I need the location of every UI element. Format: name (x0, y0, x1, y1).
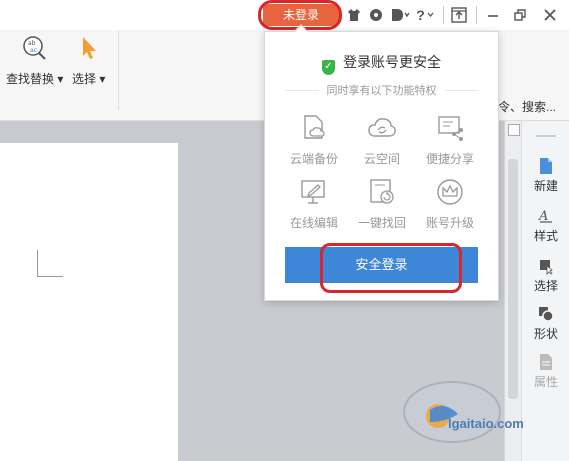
sidepanel-new-label: 新建 (533, 179, 558, 193)
online-edit-icon (301, 180, 325, 204)
feature-label: 云空间 (363, 152, 400, 166)
feature-cloud-space[interactable]: 云空间 (347, 114, 417, 167)
select-label: 选择 (72, 72, 97, 86)
find-replace-label: 查找替换 (6, 72, 55, 86)
new-doc-icon (540, 158, 552, 174)
feature-one-click-recover[interactable]: 一键找回 (347, 178, 417, 231)
sidepanel-style-label: 样式 (533, 229, 558, 243)
sidepanel-new[interactable]: 新建 (522, 157, 569, 194)
margin-marker-vertical (37, 250, 38, 276)
feature-label: 账号升级 (425, 216, 474, 230)
sidepanel-style[interactable]: A 样式 (522, 207, 569, 244)
settings-dot-icon[interactable] (368, 7, 384, 23)
sidepanel-shape-label: 形状 (533, 327, 558, 341)
restore-icon[interactable] (512, 7, 528, 23)
feature-easy-share[interactable]: 便捷分享 (415, 114, 485, 167)
feature-cloud-backup[interactable]: 云端备份 (279, 114, 349, 167)
annotation-circle-safe-login (320, 243, 462, 293)
select-cursor-icon (540, 260, 553, 275)
cursor-arrow-icon (82, 37, 96, 59)
shield-check-icon: ✓ (322, 60, 335, 75)
find-replace-button[interactable]: ab ac 查找替换 ▾ (6, 34, 63, 87)
cloud-backup-icon (304, 115, 325, 139)
scroll-toggle-icon[interactable] (508, 124, 520, 136)
style-icon: A (538, 209, 552, 224)
feature-label: 一键找回 (357, 216, 406, 230)
cloud-space-icon (368, 118, 396, 137)
select-button[interactable]: 选择 ▾ (72, 34, 105, 87)
sidepanel-select-label: 选择 (533, 279, 558, 293)
find-replace-icon: ab ac (22, 36, 46, 60)
close-icon[interactable] (542, 7, 558, 23)
theme-icon[interactable] (390, 7, 412, 23)
sidepanel-shape[interactable]: 形状 (522, 305, 569, 342)
recover-icon (370, 179, 394, 204)
feature-label: 云端备份 (289, 152, 338, 166)
share-window-icon[interactable] (451, 7, 467, 23)
document-page[interactable] (0, 143, 178, 461)
ribbon-overflow-text: 令、搜索... (498, 100, 557, 114)
scrollbar-thumb[interactable] (508, 159, 518, 399)
popup-title: 登录账号更安全 (343, 54, 441, 70)
feature-account-upgrade[interactable]: 账号升级 (415, 178, 485, 231)
feature-online-edit[interactable]: 在线编辑 (279, 178, 349, 231)
svg-text:ac: ac (30, 47, 37, 54)
help-label: ? (416, 7, 425, 23)
watermark-text: lgaitaio.com (448, 416, 524, 431)
feature-label: 在线编辑 (289, 216, 338, 230)
help-icon[interactable]: ? (415, 7, 435, 23)
svg-text:ab: ab (28, 40, 36, 47)
share-icon (438, 116, 463, 141)
shirt-icon[interactable] (346, 7, 362, 23)
title-bar: 未登录 ? (0, 0, 569, 30)
feature-label: 便捷分享 (425, 152, 474, 166)
ribbon-divider (118, 30, 119, 110)
panel-grip (536, 135, 556, 137)
watermark-logo (400, 366, 565, 456)
popup-subtitle-row: 同时享有以下功能特权 (285, 82, 478, 98)
shape-icon (539, 307, 554, 322)
popup-subtitle: 同时享有以下功能特权 (326, 85, 437, 97)
sidepanel-select[interactable]: 选择 (522, 257, 569, 294)
minimize-icon[interactable] (485, 7, 501, 23)
popup-arrow-inner (294, 26, 308, 33)
margin-marker-horizontal (37, 276, 63, 277)
crown-icon (437, 179, 463, 205)
